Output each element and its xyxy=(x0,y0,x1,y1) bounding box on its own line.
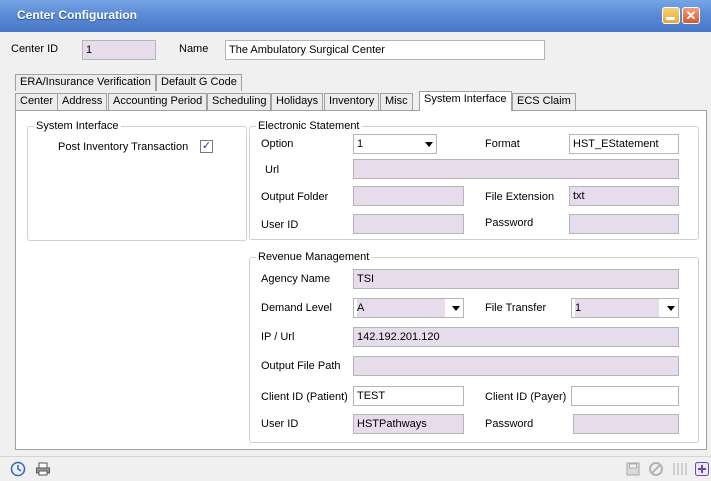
tab-holidays[interactable]: Holidays xyxy=(271,93,324,110)
title-bar[interactable]: Center Configuration ✕ xyxy=(0,0,711,32)
demand-level-value: A xyxy=(357,299,445,317)
rm-user-id-label: User ID xyxy=(261,418,299,430)
es-user-id-field[interactable] xyxy=(353,214,464,234)
tab-center[interactable]: Center xyxy=(15,93,59,110)
file-transfer-select[interactable]: 1 xyxy=(571,298,679,318)
client-id-payer-field[interactable] xyxy=(571,386,679,406)
es-password-label: Password xyxy=(485,217,534,229)
revenue-management-group: Revenue Management Agency Name TSI Deman… xyxy=(249,251,699,443)
grip-icon xyxy=(671,461,687,477)
tab-inventory[interactable]: Inventory xyxy=(324,93,380,110)
cancel-icon[interactable] xyxy=(648,461,664,477)
ip-url-label: IP / Url xyxy=(261,331,295,343)
demand-level-label: Demand Level xyxy=(261,302,332,314)
post-inventory-checkbox[interactable]: ✓ xyxy=(200,140,213,153)
save-icon[interactable] xyxy=(625,461,641,477)
revenue-management-group-label: Revenue Management xyxy=(256,251,372,264)
file-transfer-label: File Transfer xyxy=(485,302,547,314)
minimize-button[interactable] xyxy=(662,7,680,24)
format-field[interactable]: HST_EStatement xyxy=(569,134,679,154)
option-value: 1 xyxy=(357,138,364,150)
tab-default-g-code[interactable]: Default G Code xyxy=(156,74,242,91)
option-dropdown-arrow-icon xyxy=(425,142,433,147)
client-id-patient-label: Client ID (Patient) xyxy=(261,391,348,403)
rm-password-label: Password xyxy=(485,418,534,430)
window-title: Center Configuration xyxy=(17,8,137,22)
clock-icon[interactable] xyxy=(10,461,26,477)
ip-url-field[interactable]: 142.192.201.120 xyxy=(353,327,679,347)
file-transfer-dropdown-arrow-icon xyxy=(667,306,675,311)
agency-name-field[interactable]: TSI xyxy=(353,269,679,289)
name-field[interactable]: The Ambulatory Surgical Center xyxy=(225,40,545,60)
center-id-field[interactable]: 1 xyxy=(82,40,156,60)
close-button[interactable]: ✕ xyxy=(682,7,700,24)
agency-name-label: Agency Name xyxy=(261,273,331,285)
file-transfer-value: 1 xyxy=(575,299,659,317)
option-label: Option xyxy=(261,138,294,150)
status-bar xyxy=(0,456,711,481)
output-folder-field[interactable] xyxy=(353,186,464,206)
output-file-path-field[interactable] xyxy=(353,356,679,376)
rm-user-id-field[interactable]: HSTPathways xyxy=(353,414,464,434)
system-interface-group: System Interface Post Inventory Transact… xyxy=(27,120,247,241)
demand-level-dropdown-arrow-icon xyxy=(452,306,460,311)
url-label: Url xyxy=(265,164,280,176)
tab-accounting-period[interactable]: Accounting Period xyxy=(108,93,208,110)
tab-system-interface[interactable]: System Interface xyxy=(419,91,512,111)
client-id-patient-field[interactable]: TEST xyxy=(353,386,464,406)
system-interface-panel: System Interface Post Inventory Transact… xyxy=(15,110,707,450)
output-folder-label: Output Folder xyxy=(261,191,329,203)
add-icon[interactable] xyxy=(694,461,710,477)
tab-address[interactable]: Address xyxy=(57,93,108,110)
option-select[interactable]: 1 xyxy=(353,134,437,154)
center-id-label: Center ID xyxy=(11,43,59,55)
post-inventory-label: Post Inventory Transaction xyxy=(58,141,189,153)
es-password-field[interactable] xyxy=(569,214,679,234)
demand-level-select[interactable]: A xyxy=(353,298,464,318)
output-file-path-label: Output File Path xyxy=(261,360,341,372)
url-field[interactable] xyxy=(353,159,679,179)
system-interface-group-label: System Interface xyxy=(34,120,121,133)
client-id-payer-label: Client ID (Payer) xyxy=(485,391,567,403)
center-configuration-window: Center Configuration ✕ Center ID 1 Name … xyxy=(0,0,711,481)
tab-ecs-claim[interactable]: ECS Claim xyxy=(512,93,576,110)
file-extension-label: File Extension xyxy=(485,191,555,203)
tab-misc[interactable]: Misc xyxy=(380,93,413,110)
format-label: Format xyxy=(485,138,520,150)
tab-era-insurance-verification[interactable]: ERA/Insurance Verification xyxy=(15,74,156,91)
tab-scheduling[interactable]: Scheduling xyxy=(207,93,272,110)
file-extension-field[interactable]: txt xyxy=(569,186,679,206)
printer-icon[interactable] xyxy=(35,461,51,477)
es-user-id-label: User ID xyxy=(261,219,299,231)
electronic-statement-group: Electronic Statement Option 1 Format HST… xyxy=(249,120,699,240)
rm-password-field[interactable] xyxy=(573,414,679,434)
name-label: Name xyxy=(179,43,209,55)
electronic-statement-group-label: Electronic Statement xyxy=(256,120,362,133)
